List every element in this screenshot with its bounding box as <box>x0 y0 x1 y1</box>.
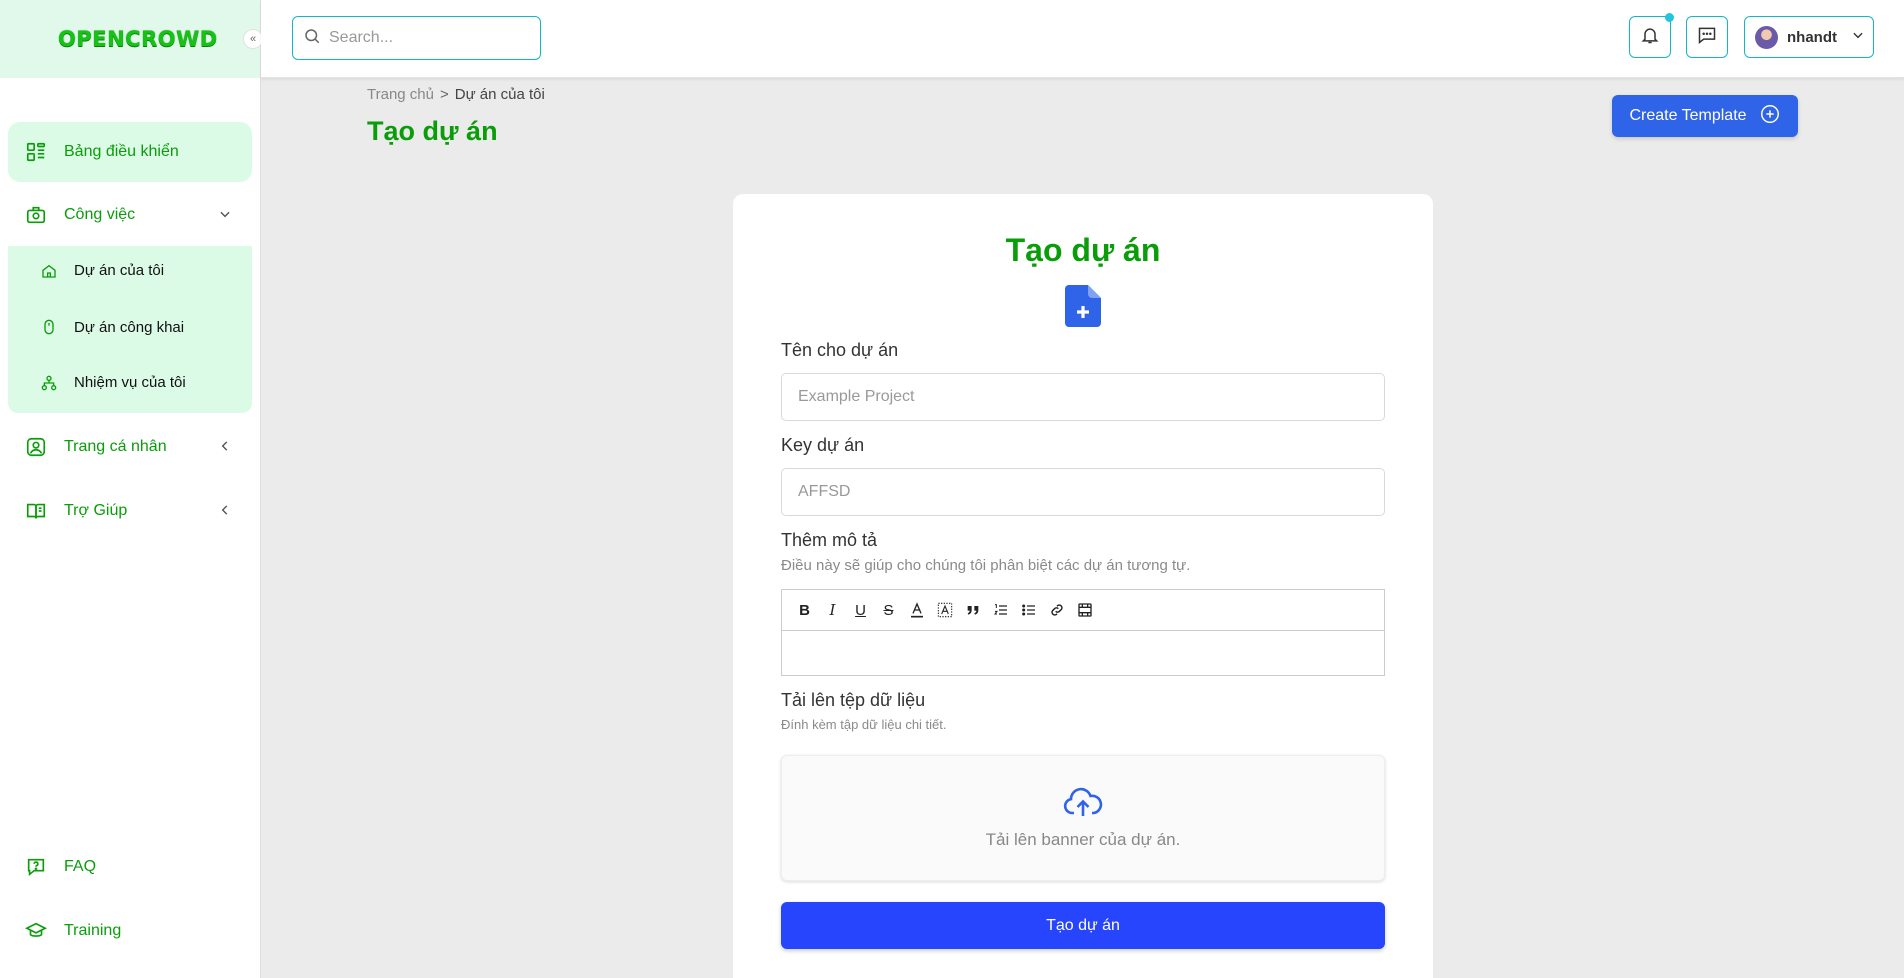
description-label: Thêm mô tả <box>781 530 878 550</box>
project-key-field[interactable] <box>781 468 1385 516</box>
notifications-button[interactable] <box>1629 13 1674 58</box>
sidebar-item-label: Bảng điều khiển <box>64 143 179 160</box>
logo-area: OPENCROWD « <box>0 0 263 78</box>
breadcrumb-separator: > <box>439 86 449 103</box>
notification-dot <box>1665 13 1674 22</box>
project-name-label: Tên cho dự án <box>781 340 899 360</box>
create-project-button[interactable]: Tạo dự án <box>781 902 1385 949</box>
create-template-label: Create Template <box>1629 107 1747 124</box>
underline-icon[interactable]: U <box>852 601 869 619</box>
sidebar-item-label: Training <box>64 922 122 939</box>
project-key-input[interactable] <box>798 483 1368 501</box>
dashboard-icon <box>24 140 48 164</box>
avatar <box>1755 25 1778 49</box>
project-name-field[interactable] <box>781 373 1385 421</box>
bell-icon <box>1640 25 1660 50</box>
sidebar-subitem-public-projects[interactable]: Dự án công khai <box>40 318 184 336</box>
sidebar-item-label: Trợ Giúp <box>64 502 128 519</box>
sidebar-item-help[interactable]: Trợ Giúp <box>8 481 252 541</box>
user-menu[interactable]: nhandt <box>1744 16 1874 58</box>
sidebar-item-label: Trang cá nhân <box>64 438 167 455</box>
messages-button[interactable] <box>1686 16 1728 58</box>
sidebar-subitem-my-tasks[interactable]: Nhiệm vụ của tôi <box>40 374 186 391</box>
search-input[interactable] <box>329 29 529 47</box>
sidebar-subitem-label: Dự án công khai <box>74 318 185 336</box>
breadcrumb-current[interactable]: Dự án của tôi <box>455 86 545 103</box>
create-template-button[interactable]: Create Template <box>1612 95 1798 137</box>
top-header: nhandt <box>261 0 1904 78</box>
ordered-list-icon[interactable] <box>992 601 1009 619</box>
page-title: Tạo dự án <box>367 116 498 146</box>
description-editor[interactable] <box>781 630 1385 676</box>
banner-upload-dropzone[interactable]: Tải lên banner của dự án. <box>781 755 1385 881</box>
project-key-label: Key dự án <box>781 435 865 455</box>
sidebar-item-profile[interactable]: Trang cá nhân <box>8 417 252 477</box>
breadcrumb: Trang chủ > Dự án của tôi <box>367 86 545 103</box>
search-icon <box>303 27 321 50</box>
chevron-left-icon <box>218 439 232 456</box>
upload-label: Tải lên tệp dữ liệu <box>781 690 926 710</box>
sidebar-item-work[interactable]: Công việc <box>8 185 252 245</box>
italic-icon[interactable]: I <box>824 601 841 619</box>
sidebar-item-dashboard[interactable]: Bảng điều khiển <box>8 122 252 182</box>
strikethrough-icon[interactable]: S <box>880 601 897 619</box>
sidebar-subitem-label: Dự án của tôi <box>74 262 165 279</box>
logo[interactable]: OPENCROWD <box>58 27 218 51</box>
sidebar-subitem-label: Nhiệm vụ của tôi <box>74 374 186 391</box>
sidebar-item-label: FAQ <box>64 858 97 875</box>
chat-icon <box>1697 25 1717 50</box>
quote-icon[interactable] <box>964 601 981 619</box>
text-color-icon[interactable] <box>908 601 925 619</box>
document-plus-icon <box>1065 285 1101 332</box>
username: nhandt <box>1787 28 1837 46</box>
sidebar-item-training[interactable]: Training <box>8 901 252 961</box>
question-bubble-icon <box>24 855 48 879</box>
video-icon[interactable] <box>1076 601 1093 619</box>
breadcrumb-home[interactable]: Trang chủ <box>367 86 434 103</box>
highlight-icon[interactable] <box>936 601 953 619</box>
editor-toolbar: B I U S <box>781 589 1385 631</box>
briefcase-icon <box>24 203 48 227</box>
cloud-upload-icon <box>1063 787 1103 824</box>
chevron-down-icon <box>1851 28 1865 46</box>
plus-circle-icon <box>1759 103 1781 130</box>
sidebar-item-label: Công việc <box>64 206 136 223</box>
search-box[interactable] <box>292 16 541 60</box>
book-icon <box>24 499 48 523</box>
home-icon <box>40 263 58 279</box>
profile-icon <box>24 435 48 459</box>
sidebar: OPENCROWD « Bảng điều khiển Công việc Dự… <box>0 0 263 978</box>
sidebar-subitem-my-projects[interactable]: Dự án của tôi <box>40 262 164 279</box>
create-project-card: Tạo dự án Tên cho dự án Key dự án Thêm m… <box>733 194 1433 978</box>
network-icon <box>40 375 58 391</box>
chevron-left-icon <box>218 503 232 520</box>
sidebar-item-faq[interactable]: FAQ <box>8 837 252 897</box>
project-name-input[interactable] <box>798 388 1368 406</box>
chevron-down-icon <box>218 207 232 224</box>
collapse-sidebar-button[interactable]: « <box>243 29 263 49</box>
upload-hint: Đính kèm tập dữ liệu chi tiết. <box>781 717 947 732</box>
graduation-cap-icon <box>24 919 48 943</box>
link-icon[interactable] <box>1048 601 1065 619</box>
bullet-list-icon[interactable] <box>1020 601 1037 619</box>
bold-icon[interactable]: B <box>796 601 813 619</box>
upload-text: Tải lên banner của dự án. <box>985 829 1181 849</box>
mouse-icon <box>40 318 58 336</box>
work-submenu: Dự án của tôi Dự án công khai Nhiệm vụ c… <box>8 246 252 413</box>
description-hint: Điều này sẽ giúp cho chúng tôi phân biệt… <box>781 557 1191 574</box>
form-title: Tạo dự án <box>1005 232 1161 268</box>
